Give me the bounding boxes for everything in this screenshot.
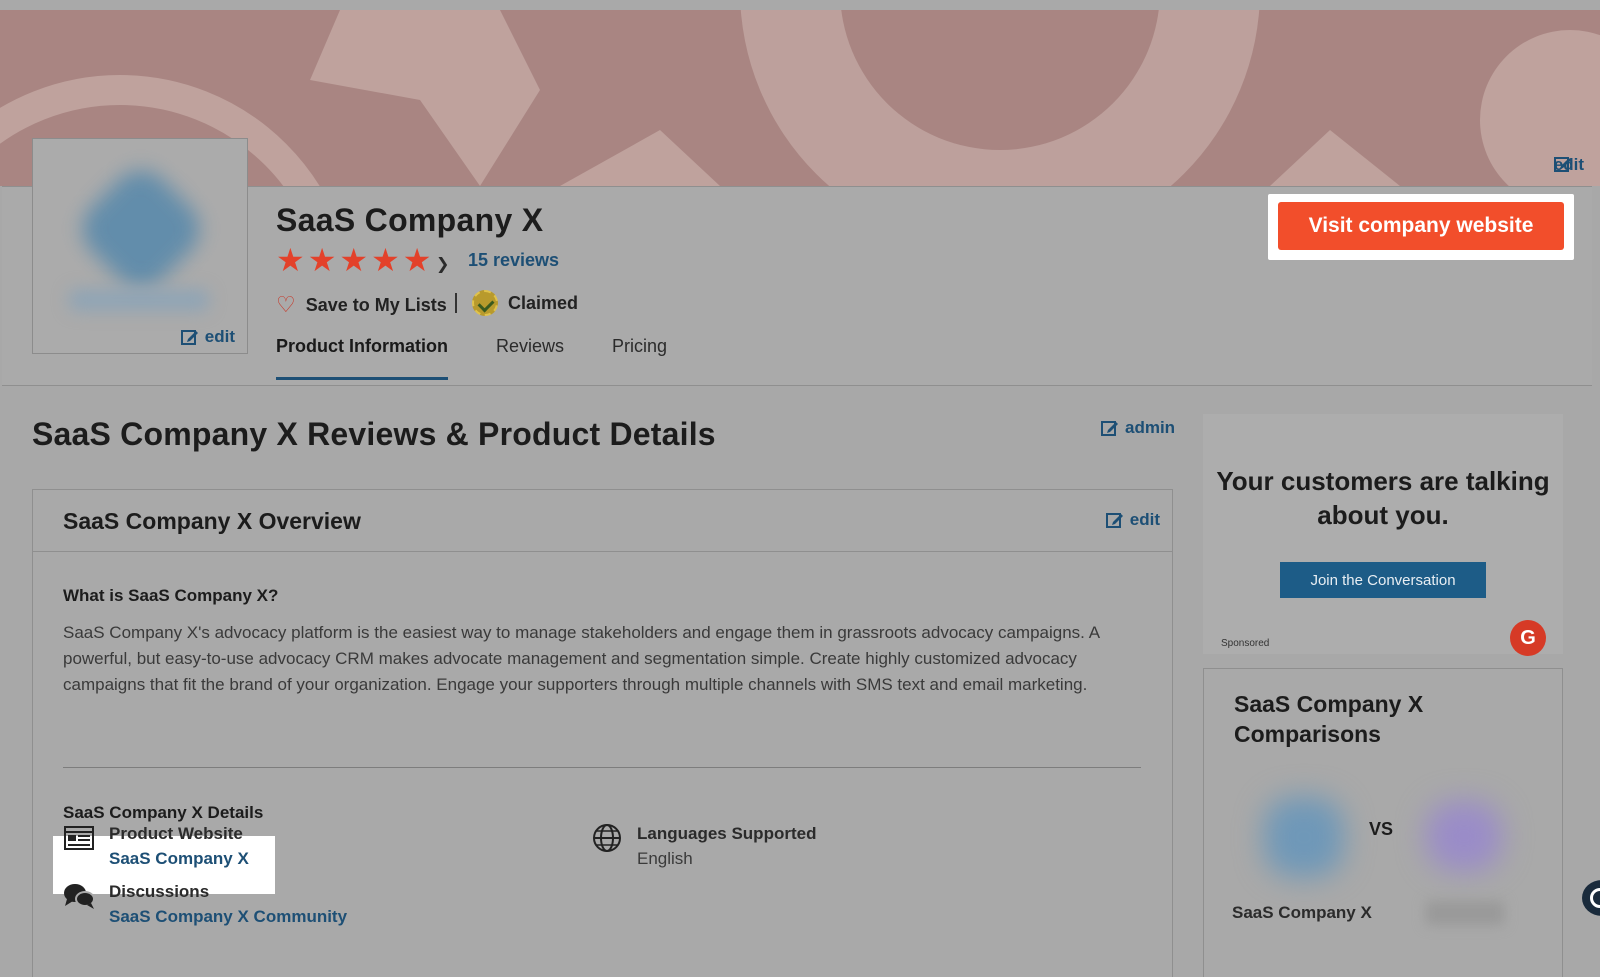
- reviews-count-link[interactable]: 15 reviews: [468, 250, 559, 271]
- overview-header: SaaS Company X Overview edit: [33, 490, 1172, 552]
- tab-pricing[interactable]: Pricing: [612, 336, 667, 380]
- divider: [63, 767, 1141, 768]
- discussions-link[interactable]: SaaS Company X Community: [109, 904, 347, 930]
- edit-icon: [1101, 421, 1118, 436]
- product-tabs: Product Information Reviews Pricing: [276, 336, 715, 380]
- chevron-down-icon[interactable]: ❯: [436, 254, 449, 274]
- admin-label: admin: [1125, 418, 1176, 437]
- sponsored-label: Sponsored: [1221, 638, 1270, 649]
- save-to-lists-button[interactable]: ♡ Save to My Lists: [276, 292, 447, 318]
- ad-headline: Your customers are talking about you.: [1216, 466, 1550, 530]
- comparisons-title: SaaS Company X Comparisons: [1234, 691, 1424, 747]
- product-logo: edit: [32, 138, 248, 354]
- comparisons-card: SaaS Company X Comparisons VS SaaS Compa…: [1203, 668, 1563, 977]
- logo-edit-label: edit: [204, 327, 235, 346]
- page-title: SaaS Company X Reviews & Product Details: [32, 416, 716, 452]
- overview-description: SaaS Company X's advocacy platform is th…: [63, 623, 1100, 694]
- logo-edit-link[interactable]: edit: [180, 327, 235, 347]
- detail-discussions: Discussions SaaS Company X Community: [63, 880, 347, 930]
- verified-badge-icon: [472, 290, 498, 316]
- admin-link[interactable]: admin: [1101, 418, 1175, 438]
- sponsored-ad: Your customers are talking about you. Jo…: [1203, 414, 1563, 656]
- comparison-logo-right[interactable]: [1426, 801, 1502, 871]
- star-rating[interactable]: ★ ★ ★ ★ ★: [276, 244, 431, 276]
- overview-edit-label: edit: [1129, 510, 1160, 529]
- edit-icon: [1553, 157, 1571, 172]
- languages-label: Languages Supported: [637, 824, 817, 843]
- detail-product-website: Product Website SaaS Company X: [63, 822, 249, 872]
- visit-company-website-button[interactable]: Visit company website: [1278, 202, 1564, 250]
- visit-website-highlight: Visit company website: [1268, 194, 1574, 260]
- comparison-name-left[interactable]: SaaS Company X: [1232, 903, 1372, 923]
- product-website-label: Product Website: [109, 824, 243, 843]
- vs-label: VS: [1369, 819, 1394, 839]
- comparison-logo-left[interactable]: [1264, 797, 1344, 877]
- star-icon: ★: [307, 242, 337, 278]
- g2-logo-icon[interactable]: G: [1510, 620, 1546, 656]
- logo-image: [70, 158, 212, 300]
- overview-title: SaaS Company X Overview: [63, 508, 361, 534]
- save-to-lists-label: Save to My Lists: [305, 294, 447, 315]
- overview-edit-link[interactable]: edit: [1105, 510, 1160, 530]
- chat-widget-icon[interactable]: [1582, 880, 1600, 916]
- tab-product-information[interactable]: Product Information: [276, 336, 448, 380]
- star-icon: ★: [276, 242, 305, 278]
- edit-icon: [180, 330, 198, 345]
- divider: [455, 293, 457, 313]
- star-icon: ★: [371, 242, 400, 278]
- logo-wordmark: [69, 289, 209, 311]
- details-title: SaaS Company X Details: [63, 803, 264, 822]
- product-title: SaaS Company X: [276, 202, 544, 238]
- discussions-label: Discussions: [109, 882, 210, 901]
- overview-card: SaaS Company X Overview edit What is Saa…: [32, 489, 1173, 977]
- heart-icon: ♡: [276, 292, 296, 317]
- detail-languages: Languages Supported English: [591, 822, 816, 872]
- claimed-label: Claimed: [508, 292, 579, 313]
- comparison-name-right[interactable]: [1426, 901, 1504, 925]
- chat-bubbles-icon: [63, 880, 95, 912]
- star-icon: ★: [339, 242, 369, 278]
- claimed-badge: Claimed: [472, 290, 578, 316]
- star-icon: ★: [402, 242, 432, 278]
- tab-reviews[interactable]: Reviews: [496, 336, 564, 380]
- banner-edit-link[interactable]: edit: [1553, 155, 1584, 175]
- join-conversation-button[interactable]: Join the Conversation: [1280, 562, 1486, 598]
- webpage-icon: [63, 822, 95, 854]
- overview-question: What is SaaS Company X?: [63, 586, 279, 605]
- languages-value: English: [637, 849, 693, 868]
- top-strip: [0, 0, 1600, 10]
- globe-icon: [591, 822, 623, 854]
- edit-icon: [1105, 513, 1123, 528]
- product-website-link[interactable]: SaaS Company X: [109, 846, 249, 872]
